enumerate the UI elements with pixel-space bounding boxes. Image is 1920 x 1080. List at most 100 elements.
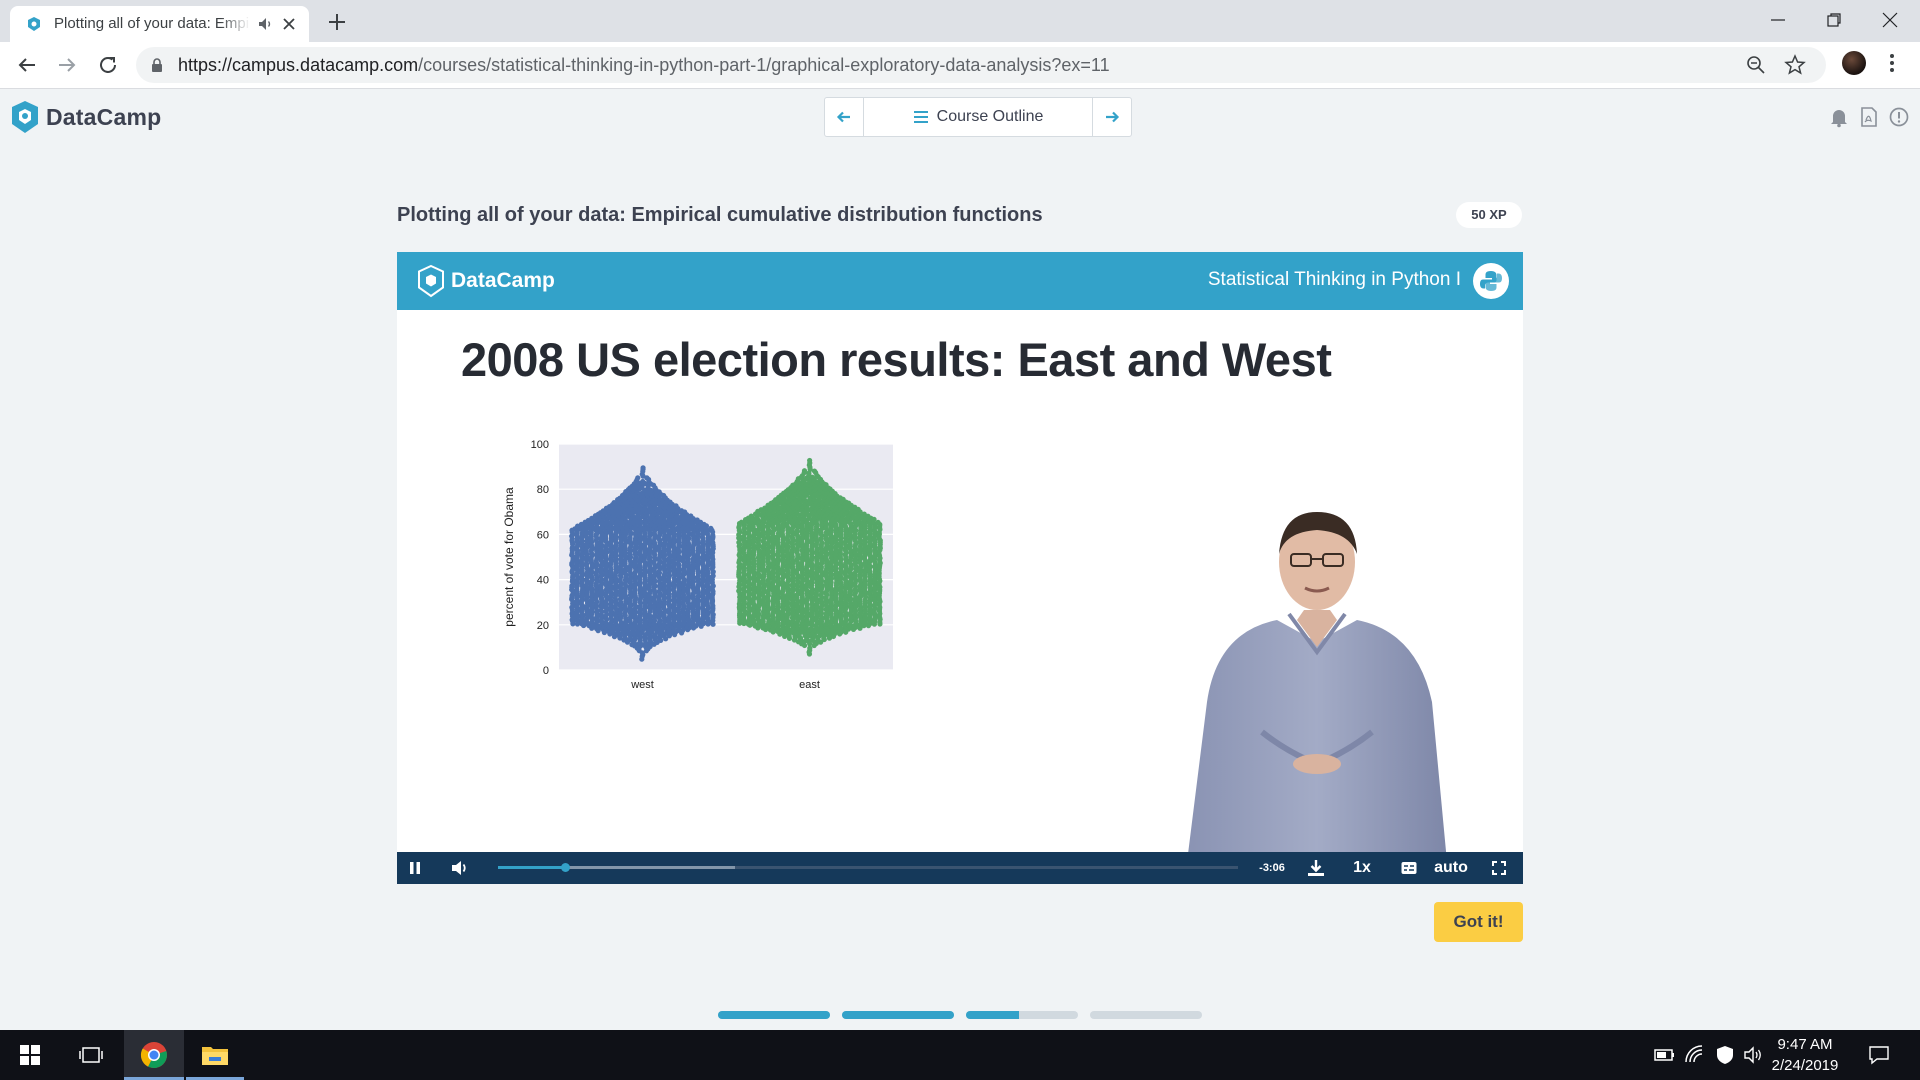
download-button[interactable]: [1305, 852, 1327, 884]
swarm-point: [807, 457, 813, 464]
logo-text: DataCamp: [46, 103, 162, 130]
video-player[interactable]: DataCamp Statistical Thinking in Python …: [397, 252, 1523, 884]
course-outline-button[interactable]: Course Outline: [863, 98, 1093, 136]
browser-toolbar: https://campus.datacamp.com/courses/stat…: [0, 42, 1920, 89]
task-view-button[interactable]: [62, 1030, 120, 1080]
datacamp-shield-outline-icon: [418, 264, 444, 298]
minimize-icon: [1771, 19, 1785, 21]
time-remaining: -3:06: [1259, 862, 1285, 874]
url-text: https://campus.datacamp.com/courses/stat…: [178, 55, 1110, 75]
video-progress-bar[interactable]: [498, 863, 1238, 872]
folder-icon: [202, 1047, 228, 1065]
volume-icon: [452, 861, 466, 875]
swarm-chart: 0 20 40 60 80 100 percent of vote for Obama wes…: [493, 430, 893, 730]
tab-title: Plotting all of your data: Empirical cum…: [54, 15, 250, 32]
quality-button[interactable]: auto: [1432, 852, 1470, 884]
presenter-figure: [1187, 512, 1447, 862]
slide-logo: DataCamp: [415, 264, 555, 298]
restore-icon: [1827, 13, 1841, 27]
zoom-icon[interactable]: [1746, 55, 1766, 75]
volume-button[interactable]: [449, 852, 471, 884]
exercise-step-fill: [842, 1011, 954, 1019]
datacamp-logo[interactable]: DataCamp: [10, 100, 161, 134]
slides-pdf-icon[interactable]: [1858, 106, 1880, 128]
browser-tab[interactable]: Plotting all of your data: Empirical cum…: [10, 6, 309, 42]
reload-icon[interactable]: [96, 53, 120, 77]
taskbar-clock[interactable]: 9:47 AM 2/24/2019: [1760, 1034, 1850, 1076]
exercise-step-fill: [966, 1011, 1019, 1019]
download-icon: [1308, 860, 1324, 876]
windows-logo-icon: [20, 1045, 40, 1065]
exercise-step-1[interactable]: [718, 1011, 830, 1019]
windows-taskbar: 9:47 AM 2/24/2019: [0, 1030, 1920, 1080]
exercise-step-4[interactable]: [1090, 1011, 1202, 1019]
fullscreen-button[interactable]: [1490, 852, 1508, 884]
arrow-right-icon: [1106, 111, 1120, 123]
slide-title: 2008 US election results: East and West: [461, 333, 1332, 386]
y-tick-label: 0: [543, 665, 549, 677]
exercise-step-3[interactable]: [966, 1011, 1078, 1019]
speaker-icon[interactable]: [256, 15, 274, 33]
taskbar-chrome[interactable]: [124, 1030, 184, 1080]
chrome-menu-icon[interactable]: [1888, 52, 1896, 74]
close-tab-icon[interactable]: [280, 15, 298, 33]
slide-header: DataCamp Statistical Thinking in Python …: [397, 252, 1523, 310]
swarm-point: [708, 525, 714, 531]
new-tab-icon[interactable]: [324, 9, 350, 35]
minimize-button[interactable]: [1750, 0, 1806, 40]
y-tick-label: 80: [537, 484, 549, 496]
slide-course-name: Statistical Thinking in Python I: [1207, 269, 1461, 290]
exercise-step-fill: [718, 1011, 830, 1019]
restore-button[interactable]: [1806, 0, 1862, 40]
exercise-title: Plotting all of your data: Empirical cum…: [397, 204, 1043, 226]
security-shield-icon[interactable]: [1714, 1044, 1736, 1066]
xp-badge: 50 XP: [1456, 202, 1522, 228]
menu-list-icon: [913, 111, 928, 123]
y-tick-label: 100: [531, 439, 549, 451]
back-icon[interactable]: [15, 53, 39, 77]
x-tick-label: east: [799, 679, 820, 691]
fullscreen-icon: [1492, 861, 1506, 875]
browser-tab-strip: Plotting all of your data: Empirical cum…: [0, 0, 1920, 42]
wifi-icon[interactable]: [1684, 1044, 1706, 1066]
pause-button[interactable]: [405, 852, 425, 884]
chrome-icon: [140, 1042, 167, 1069]
bookmark-star-icon[interactable]: [1784, 54, 1806, 76]
battery-icon[interactable]: [1654, 1044, 1676, 1066]
clock-time: 9:47 AM: [1777, 1036, 1833, 1053]
next-exercise-button[interactable]: [1092, 98, 1131, 136]
swarm-point: [640, 465, 646, 471]
swarm-point: [801, 468, 808, 474]
datacamp-shield-icon: [12, 101, 38, 133]
course-outline-label: Course Outline: [936, 108, 1044, 125]
action-center-icon[interactable]: [1868, 1044, 1890, 1066]
course-outline-nav: Course Outline: [824, 97, 1132, 137]
profile-avatar[interactable]: [1842, 51, 1866, 75]
forward-icon[interactable]: [55, 53, 79, 77]
x-tick-label: west: [630, 679, 654, 691]
address-bar[interactable]: https://campus.datacamp.com/courses/stat…: [136, 47, 1826, 83]
start-button[interactable]: [0, 1030, 60, 1080]
captions-button[interactable]: [1400, 852, 1418, 884]
previous-exercise-button[interactable]: [825, 98, 864, 136]
datacamp-favicon-icon: [28, 17, 40, 31]
python-snake-icon: [1480, 271, 1502, 291]
swarm-point: [640, 478, 646, 485]
swarm-point: [635, 475, 641, 481]
report-issue-icon[interactable]: [1888, 106, 1910, 128]
y-tick-label: 40: [537, 575, 549, 587]
notifications-bell-icon[interactable]: [1828, 106, 1850, 128]
playback-speed-button[interactable]: 1x: [1350, 852, 1374, 884]
slide-logo-text: DataCamp: [451, 269, 555, 292]
exercise-step-2[interactable]: [842, 1011, 954, 1019]
y-tick-label: 20: [537, 620, 549, 632]
got-it-button[interactable]: Got it!: [1434, 902, 1523, 942]
y-tick-label: 60: [537, 529, 549, 541]
close-window-button[interactable]: [1862, 0, 1918, 40]
captions-icon: [1401, 862, 1417, 874]
swarm-chart-svg: 0 20 40 60 80 100 percent of vote for Obama wes…: [502, 439, 893, 691]
progress-scrubber[interactable]: [560, 863, 570, 872]
clock-date: 2/24/2019: [1771, 1057, 1839, 1074]
lock-icon: [152, 58, 162, 72]
taskbar-file-explorer[interactable]: [186, 1030, 244, 1080]
